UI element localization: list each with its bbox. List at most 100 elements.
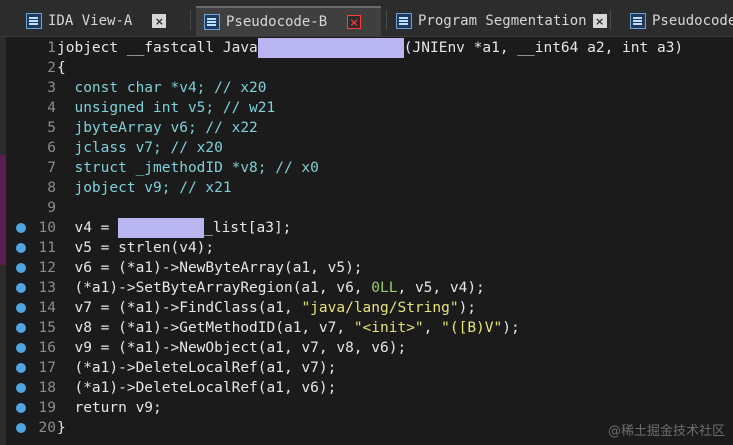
breakpoint-dot-icon[interactable] (16, 403, 26, 413)
breakpoint-dot-icon[interactable] (16, 383, 26, 393)
code-line[interactable]: 14 v7 = (*a1)->FindClass(a1, "java/lang/… (6, 298, 476, 318)
code-token: jbyteArray v6; // x22 (57, 120, 258, 136)
watermark: @稀土掘金技术社区 (607, 424, 725, 439)
code-line[interactable]: 2{ (6, 58, 66, 78)
code-line[interactable]: 1 jobject __fastcall Java (JNIEnv *a1, __i… (6, 38, 683, 58)
code-token: (*a1)->SetByteArrayRegion(a1, v6, (57, 280, 372, 296)
code-line[interactable]: 20} (6, 418, 66, 438)
breakpoint-gutter[interactable] (6, 78, 18, 98)
breakpoint-gutter[interactable] (6, 258, 26, 278)
code-text: jclass v7; // x20 (56, 138, 223, 158)
code-token: "([B)V" (441, 320, 503, 336)
breakpoint-gutter[interactable] (6, 238, 26, 258)
tab-label: IDA View-A (48, 13, 133, 29)
code-line[interactable]: 8 jobject v9; // x21 (6, 178, 232, 198)
code-line[interactable]: 16 v9 = (*a1)->NewObject(a1, v7, v8, v6)… (6, 338, 406, 358)
breakpoint-dot-icon[interactable] (16, 323, 26, 333)
breakpoint-gutter[interactable] (6, 398, 26, 418)
redacted-identifier (257, 38, 404, 58)
code-token: unsigned int v5; // w21 (57, 100, 276, 116)
pseudocode-view-icon (630, 13, 646, 29)
breakpoint-gutter[interactable] (6, 358, 26, 378)
breakpoint-gutter[interactable] (6, 138, 18, 158)
code-line[interactable]: 7 struct _jmethodID *v8; // x0 (6, 158, 319, 178)
code-token: jobject v9; // x21 (57, 180, 232, 196)
code-text: unsigned int v5; // w21 (56, 98, 275, 118)
code-token: (*a1)->DeleteLocalRef(a1, v6); (57, 380, 337, 396)
tab-divider (190, 10, 191, 30)
code-token: struct _jmethodID *v8; // x0 (57, 160, 319, 176)
code-text: (*a1)->SetByteArrayRegion(a1, v6, 0LL, v… (56, 278, 484, 298)
breakpoint-gutter[interactable] (6, 318, 26, 338)
code-token: v9 = (*a1)->NewObject(a1, v7, v8, v6); (57, 340, 407, 356)
tab-label: Pseudocode (652, 13, 733, 29)
code-line[interactable]: 4 unsigned int v5; // w21 (6, 98, 275, 118)
tab-label: Program Segmentation (418, 13, 587, 29)
breakpoint-gutter[interactable] (6, 418, 26, 438)
line-number: 6 (47, 140, 56, 156)
code-line[interactable]: 10 v4 = _list[a3]; (6, 218, 291, 238)
code-line[interactable]: 6 jclass v7; // x20 (6, 138, 223, 158)
code-token: "<init>" (353, 320, 424, 336)
code-token: v5 = strlen(v4); (57, 240, 215, 256)
pseudocode-editor[interactable]: 1 jobject __fastcall Java (JNIEnv *a1, __i… (6, 37, 733, 445)
tab-bar: IDA View-A × Pseudocode-B × Program Segm… (0, 0, 733, 37)
breakpoint-gutter[interactable] (6, 158, 18, 178)
code-line[interactable]: 11 v5 = strlen(v4); (6, 238, 214, 258)
code-token: _list[a3]; (204, 220, 292, 236)
code-token: jobject __fastcall Java (57, 40, 258, 56)
code-line[interactable]: 3 const char *v4; // x20 (6, 78, 266, 98)
tab-pseudocode-b[interactable]: Pseudocode-B × (196, 6, 381, 36)
code-text: v4 = _list[a3]; (56, 218, 291, 238)
code-token: return v9; (57, 400, 162, 416)
breakpoint-gutter[interactable] (6, 378, 26, 398)
close-icon[interactable]: × (347, 15, 362, 29)
breakpoint-gutter[interactable] (6, 98, 18, 118)
code-line[interactable]: 19 return v9; (6, 398, 162, 418)
tab-divider (610, 10, 611, 30)
code-line[interactable]: 15 v8 = (*a1)->GetMethodID(a1, v7, "<ini… (6, 318, 520, 338)
breakpoint-gutter[interactable] (6, 38, 18, 58)
code-text: v6 = (*a1)->NewByteArray(a1, v5); (56, 258, 362, 278)
code-line[interactable]: 17 (*a1)->DeleteLocalRef(a1, v7); (6, 358, 336, 378)
code-token: "java/lang/String" (301, 300, 459, 316)
tab-program-segmentation[interactable]: Program Segmentation × (388, 6, 615, 36)
breakpoint-dot-icon[interactable] (16, 263, 26, 273)
breakpoint-dot-icon[interactable] (16, 363, 26, 373)
line-number: 2 (47, 60, 56, 76)
code-text: } (56, 418, 66, 438)
code-line[interactable]: 13 (*a1)->SetByteArrayRegion(a1, v6, 0LL… (6, 278, 485, 298)
code-token: jclass v7; // x20 (57, 140, 223, 156)
tab-divider (386, 10, 387, 30)
breakpoint-gutter[interactable] (6, 298, 26, 318)
breakpoint-dot-icon[interactable] (16, 223, 26, 233)
breakpoint-dot-icon[interactable] (16, 303, 26, 313)
breakpoint-gutter[interactable] (6, 58, 18, 78)
code-text: (*a1)->DeleteLocalRef(a1, v6); (56, 378, 336, 398)
line-number: 9 (47, 200, 56, 216)
code-line[interactable]: 12 v6 = (*a1)->NewByteArray(a1, v5); (6, 258, 363, 278)
breakpoint-dot-icon[interactable] (16, 343, 26, 353)
line-number: 5 (47, 120, 56, 136)
close-icon[interactable]: × (152, 14, 167, 28)
code-line[interactable]: 9 (6, 198, 57, 218)
tab-pseudocode[interactable]: Pseudocode (622, 6, 733, 36)
code-line[interactable]: 5 jbyteArray v6; // x22 (6, 118, 258, 138)
tab-ida-view-a[interactable]: IDA View-A × (18, 6, 174, 36)
code-text: return v9; (56, 398, 162, 418)
breakpoint-gutter[interactable] (6, 338, 26, 358)
close-icon[interactable]: × (592, 14, 607, 28)
breakpoint-dot-icon[interactable] (16, 243, 26, 253)
code-text: { (56, 58, 66, 78)
breakpoint-gutter[interactable] (6, 198, 18, 218)
line-number: 4 (47, 100, 56, 116)
breakpoint-gutter[interactable] (6, 218, 26, 238)
breakpoint-gutter[interactable] (6, 118, 18, 138)
breakpoint-dot-icon[interactable] (16, 423, 26, 433)
code-text: const char *v4; // x20 (56, 78, 266, 98)
breakpoint-gutter[interactable] (6, 178, 18, 198)
breakpoint-dot-icon[interactable] (16, 283, 26, 293)
breakpoint-gutter[interactable] (6, 278, 26, 298)
code-line[interactable]: 18 (*a1)->DeleteLocalRef(a1, v6); (6, 378, 336, 398)
